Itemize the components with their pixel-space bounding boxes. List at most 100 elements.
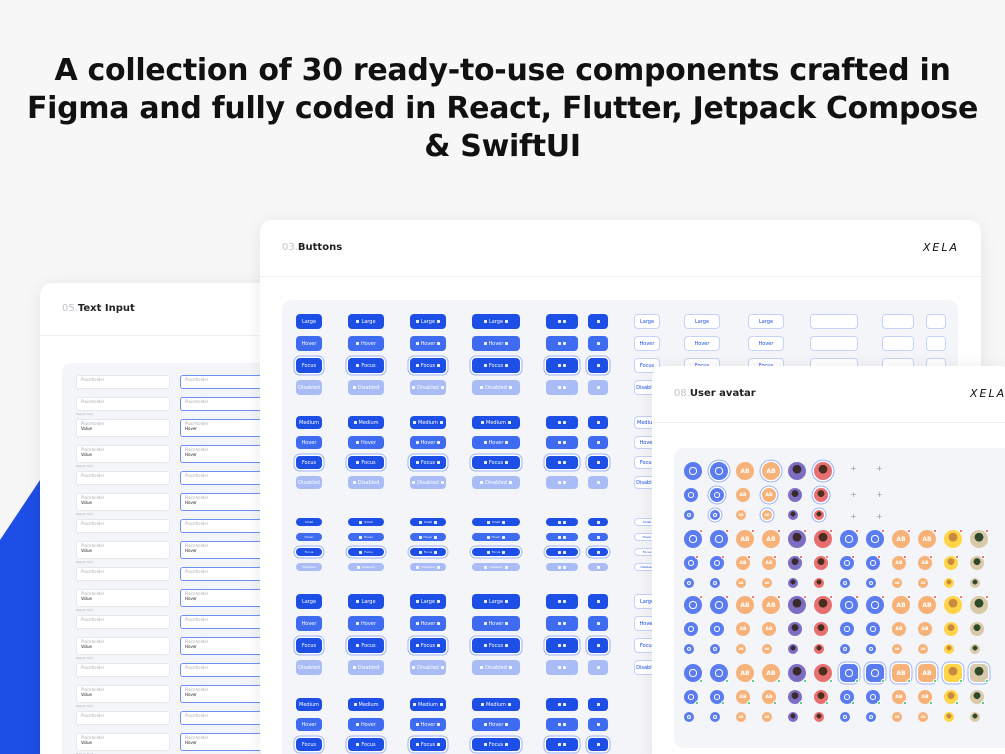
- button-disabled[interactable]: Disabled: [348, 476, 384, 489]
- button-focus[interactable]: Focus: [296, 738, 322, 751]
- button-hover[interactable]: Hover: [472, 616, 520, 631]
- button-disabled[interactable]: Disabled: [348, 660, 384, 675]
- button-disabled[interactable]: [546, 660, 578, 675]
- button-disabled[interactable]: [588, 660, 608, 675]
- text-field[interactable]: Placeholder Value: [76, 733, 170, 751]
- button-hover[interactable]: Hover: [410, 533, 446, 541]
- button-disabled[interactable]: [588, 476, 608, 489]
- button-disabled[interactable]: Disabled: [296, 660, 322, 675]
- button-large[interactable]: Large: [296, 314, 322, 329]
- button-focus[interactable]: [588, 358, 608, 373]
- button-hover[interactable]: Hover: [472, 718, 520, 731]
- button-focus[interactable]: [546, 638, 578, 653]
- text-field[interactable]: Placeholder: [76, 519, 170, 533]
- button-large[interactable]: [546, 594, 578, 609]
- outline-button-large[interactable]: Large: [634, 314, 660, 329]
- button-focus[interactable]: Focus: [410, 738, 446, 751]
- button-focus[interactable]: Focus: [296, 358, 322, 373]
- button-disabled[interactable]: Disabled: [472, 476, 520, 489]
- button-disabled[interactable]: Disabled: [348, 563, 384, 571]
- outline-button-large[interactable]: [810, 314, 858, 329]
- button-hover[interactable]: Hover: [296, 533, 322, 541]
- button-small[interactable]: [546, 518, 578, 526]
- button-hover[interactable]: Hover: [296, 436, 322, 449]
- button-medium[interactable]: Medium: [296, 698, 322, 711]
- button-focus[interactable]: Focus: [296, 456, 322, 469]
- button-hover[interactable]: [546, 336, 578, 351]
- button-hover[interactable]: [588, 436, 608, 449]
- button-disabled[interactable]: Disabled: [410, 476, 446, 489]
- button-hover[interactable]: Hover: [472, 336, 520, 351]
- button-disabled[interactable]: Disabled: [296, 476, 322, 489]
- button-focus[interactable]: [588, 548, 608, 556]
- button-large[interactable]: Large: [348, 594, 384, 609]
- button-hover[interactable]: [546, 533, 578, 541]
- button-disabled[interactable]: [588, 380, 608, 395]
- button-focus[interactable]: Focus: [472, 358, 520, 373]
- outline-button-large[interactable]: Large: [684, 314, 720, 329]
- button-medium[interactable]: [546, 416, 578, 429]
- button-small[interactable]: Small: [348, 518, 384, 526]
- button-focus[interactable]: Focus: [296, 548, 322, 556]
- button-focus[interactable]: Focus: [410, 638, 446, 653]
- button-focus[interactable]: Focus: [410, 548, 446, 556]
- button-focus[interactable]: [546, 738, 578, 751]
- button-small[interactable]: Small: [296, 518, 322, 526]
- button-hover[interactable]: Hover: [472, 436, 520, 449]
- button-hover[interactable]: Hover: [410, 616, 446, 631]
- button-medium[interactable]: Medium: [410, 416, 446, 429]
- button-medium[interactable]: Medium: [348, 416, 384, 429]
- outline-button-hover[interactable]: Hover: [634, 336, 660, 351]
- button-focus[interactable]: Focus: [348, 358, 384, 373]
- button-focus[interactable]: [546, 548, 578, 556]
- button-disabled[interactable]: Disabled: [410, 660, 446, 675]
- button-focus[interactable]: [546, 358, 578, 373]
- text-field[interactable]: Placeholder Value: [76, 685, 170, 703]
- button-medium[interactable]: [546, 698, 578, 711]
- button-focus[interactable]: Focus: [472, 638, 520, 653]
- button-focus[interactable]: Focus: [348, 456, 384, 469]
- button-large[interactable]: [588, 594, 608, 609]
- button-hover[interactable]: [546, 718, 578, 731]
- button-medium[interactable]: Medium: [410, 698, 446, 711]
- text-field[interactable]: Placeholder Value: [76, 637, 170, 655]
- text-field[interactable]: Placeholder Value: [76, 541, 170, 559]
- button-hover[interactable]: Hover: [296, 718, 322, 731]
- button-medium[interactable]: Medium: [296, 416, 322, 429]
- button-hover[interactable]: Hover: [296, 336, 322, 351]
- button-focus[interactable]: Focus: [410, 456, 446, 469]
- button-large[interactable]: [546, 314, 578, 329]
- button-large[interactable]: Large: [296, 594, 322, 609]
- button-disabled[interactable]: Disabled: [410, 563, 446, 571]
- button-small[interactable]: Small: [472, 518, 520, 526]
- text-field[interactable]: Placeholder Value: [76, 493, 170, 511]
- button-medium[interactable]: Medium: [348, 698, 384, 711]
- button-hover[interactable]: Hover: [348, 336, 384, 351]
- text-field[interactable]: Placeholder: [76, 663, 170, 677]
- button-disabled[interactable]: Disabled: [410, 380, 446, 395]
- button-disabled[interactable]: [546, 380, 578, 395]
- button-disabled[interactable]: Disabled: [472, 380, 520, 395]
- text-field[interactable]: Placeholder: [76, 615, 170, 629]
- button-hover[interactable]: Hover: [348, 718, 384, 731]
- text-field[interactable]: Placeholder: [76, 471, 170, 485]
- button-medium[interactable]: [588, 416, 608, 429]
- outline-button-hover[interactable]: Hover: [748, 336, 784, 351]
- button-hover[interactable]: Hover: [348, 616, 384, 631]
- text-field[interactable]: Placeholder: [76, 375, 170, 389]
- button-hover[interactable]: Hover: [410, 436, 446, 449]
- button-medium[interactable]: Medium: [472, 416, 520, 429]
- button-hover[interactable]: [588, 533, 608, 541]
- button-disabled[interactable]: [546, 476, 578, 489]
- button-large[interactable]: Large: [410, 314, 446, 329]
- button-medium[interactable]: Medium: [472, 698, 520, 711]
- button-focus[interactable]: Focus: [472, 738, 520, 751]
- outline-button-large[interactable]: Large: [748, 314, 784, 329]
- button-hover[interactable]: Hover: [348, 533, 384, 541]
- button-disabled[interactable]: [588, 563, 608, 571]
- button-focus[interactable]: Focus: [348, 638, 384, 653]
- button-hover[interactable]: Hover: [348, 436, 384, 449]
- button-large[interactable]: [588, 314, 608, 329]
- button-disabled[interactable]: Disabled: [296, 380, 322, 395]
- button-hover[interactable]: Hover: [296, 616, 322, 631]
